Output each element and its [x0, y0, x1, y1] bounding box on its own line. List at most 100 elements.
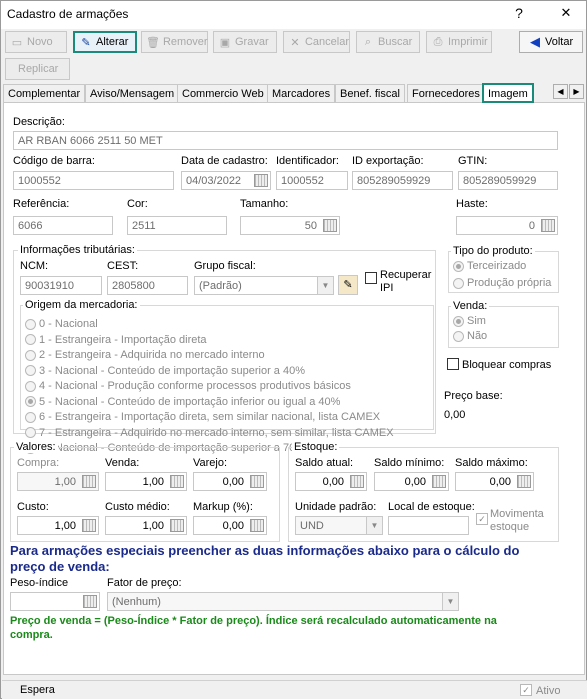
- origem-option-label: 0 - Nacional: [39, 318, 98, 330]
- origem-option-label: 7 - Estrangeira - Adquirido no mercado i…: [39, 426, 394, 439]
- novo-button[interactable]: ▭ Novo: [5, 31, 67, 53]
- haste-label: Haste:: [456, 198, 488, 210]
- origem-option[interactable]: 4 - Nacional - Produção conforme process…: [25, 380, 351, 392]
- valores-title: Valores:: [14, 441, 58, 453]
- ident-field[interactable]: 1000552: [276, 171, 348, 190]
- especial-heading-1: Para armações especiais preencher as dua…: [10, 543, 520, 558]
- local-field[interactable]: [388, 516, 469, 535]
- venda-field[interactable]: 1,00: [105, 472, 187, 491]
- save-icon: ▣: [219, 36, 231, 49]
- sim-label: Sim: [467, 315, 486, 327]
- cmedio-value: 1,00: [142, 520, 164, 532]
- producao-radio[interactable]: Produção própria: [453, 277, 551, 289]
- saldo-atual-field[interactable]: 0,00: [295, 472, 367, 491]
- unidade-select[interactable]: UND ▼: [295, 516, 383, 535]
- close-button[interactable]: ✕: [551, 5, 581, 21]
- imprimir-button[interactable]: ⎙ Imprimir: [426, 31, 492, 53]
- tab-scroll-right-icon[interactable]: ▶: [569, 84, 584, 99]
- tab-imagem[interactable]: Imagem: [482, 83, 534, 103]
- terceirizado-label: Terceirizado: [467, 260, 527, 272]
- calculator-icon[interactable]: [170, 519, 184, 532]
- preco-base-value: 0,00: [444, 409, 466, 421]
- calculator-icon[interactable]: [541, 219, 555, 232]
- ref-field[interactable]: 6066: [13, 216, 113, 235]
- calculator-icon[interactable]: [350, 475, 364, 488]
- data-value: 04/03/2022: [186, 175, 242, 187]
- calculator-icon[interactable]: [170, 475, 184, 488]
- codigo-field[interactable]: 1000552: [13, 171, 174, 190]
- radio-icon: [25, 318, 36, 330]
- replicar-button[interactable]: Replicar: [5, 58, 70, 80]
- origem-option[interactable]: 6 - Estrangeira - Importação direta, sem…: [25, 411, 380, 423]
- tab-aviso-mensagem[interactable]: Aviso/Mensagem: [85, 84, 180, 102]
- ativo-checkbox[interactable]: ✓: [520, 684, 532, 696]
- calculator-icon[interactable]: [83, 595, 97, 608]
- calculator-icon[interactable]: [82, 475, 96, 488]
- cmedio-field[interactable]: 1,00: [105, 516, 187, 535]
- idexp-field[interactable]: 805289059929: [352, 171, 453, 190]
- calculator-icon[interactable]: [517, 475, 531, 488]
- grupo-select[interactable]: (Padrão) ▼: [194, 276, 334, 295]
- fator-select[interactable]: (Nenhum) ▼: [107, 592, 459, 611]
- remover-button[interactable]: 🗑 Remover: [141, 31, 208, 53]
- movimenta-checkbox[interactable]: ✓: [476, 513, 488, 525]
- tam-field[interactable]: 50: [240, 216, 340, 235]
- idexp-label: ID exportação:: [352, 155, 424, 167]
- origem-option[interactable]: 5 - Nacional - Conteúdo de importação in…: [25, 396, 340, 408]
- terceirizado-radio[interactable]: Terceirizado: [453, 260, 526, 272]
- custo-field[interactable]: 1,00: [17, 516, 99, 535]
- origem-option-label: 3 - Nacional - Conteúdo de importação su…: [39, 364, 305, 377]
- replicar-label: Replicar: [18, 63, 59, 75]
- calendar-icon[interactable]: [254, 174, 268, 187]
- origem-option[interactable]: 7 - Estrangeira - Adquirido no mercado i…: [25, 427, 394, 439]
- calculator-icon[interactable]: [323, 219, 337, 232]
- calculator-icon[interactable]: [432, 475, 446, 488]
- markup-field[interactable]: 0,00: [193, 516, 267, 535]
- calculator-icon[interactable]: [82, 519, 96, 532]
- origem-option[interactable]: 0 - Nacional: [25, 318, 98, 330]
- tab-fornecedores[interactable]: Fornecedores: [407, 84, 485, 102]
- gtin-field[interactable]: 805289059929: [458, 171, 558, 190]
- venda-sim-radio[interactable]: Sim: [453, 315, 486, 327]
- ncm-field[interactable]: 90031910: [20, 276, 102, 295]
- tab-scroll-left-icon[interactable]: ◀: [553, 84, 568, 99]
- book-icon[interactable]: ✎: [338, 275, 358, 295]
- origem-option-label: 4 - Nacional - Produção conforme process…: [39, 380, 351, 392]
- origem-option[interactable]: 1 - Estrangeira - Importação direta: [25, 334, 207, 346]
- help-button[interactable]: ?: [504, 5, 534, 21]
- buscar-button[interactable]: ⌕ Buscar: [356, 31, 420, 53]
- new-file-icon: ▭: [11, 36, 23, 49]
- origem-option[interactable]: 2 - Estrangeira - Adquirida no mercado i…: [25, 349, 265, 361]
- haste-field[interactable]: 0: [456, 216, 558, 235]
- calculator-icon[interactable]: [250, 475, 264, 488]
- cor-field[interactable]: 2511: [127, 216, 227, 235]
- varejo-field[interactable]: 0,00: [193, 472, 267, 491]
- recuperar-checkbox[interactable]: [365, 272, 377, 284]
- saldo-min-field[interactable]: 0,00: [374, 472, 449, 491]
- tab-marcadores[interactable]: Marcadores: [267, 84, 336, 102]
- printer-icon: ⎙: [433, 35, 443, 48]
- origem-option[interactable]: 3 - Nacional - Conteúdo de importação su…: [25, 365, 305, 377]
- radio-icon: [25, 334, 36, 345]
- descricao-field[interactable]: AR RBAN 6066 2511 50 MET: [13, 131, 558, 150]
- voltar-label: Voltar: [545, 36, 574, 48]
- compra-field[interactable]: 1,00: [17, 472, 99, 491]
- bloquear-checkbox[interactable]: [447, 358, 459, 370]
- peso-field[interactable]: [10, 592, 100, 611]
- alterar-button[interactable]: ✎ Alterar: [73, 31, 137, 53]
- tab-benef-fiscal[interactable]: Benef. fiscal: [335, 84, 405, 102]
- saldo-max-field[interactable]: 0,00: [455, 472, 534, 491]
- gravar-button[interactable]: ▣ Gravar: [213, 31, 277, 53]
- venda-nao-radio[interactable]: Não: [453, 330, 487, 342]
- voltar-button[interactable]: ◀ Voltar: [519, 31, 583, 53]
- radio-icon: [25, 380, 36, 392]
- calculator-icon[interactable]: [250, 519, 264, 532]
- radio-icon: [25, 349, 36, 361]
- tab-complementar[interactable]: Complementar: [3, 84, 86, 102]
- cest-field[interactable]: 2805800: [107, 276, 188, 295]
- venda-label: Venda:: [105, 457, 140, 469]
- tab-commercio-web[interactable]: Commercio Web: [177, 84, 269, 102]
- cancelar-button[interactable]: ✕ Cancelar: [283, 31, 350, 53]
- data-field[interactable]: 04/03/2022: [181, 171, 271, 190]
- ncm-label: NCM:: [20, 260, 49, 272]
